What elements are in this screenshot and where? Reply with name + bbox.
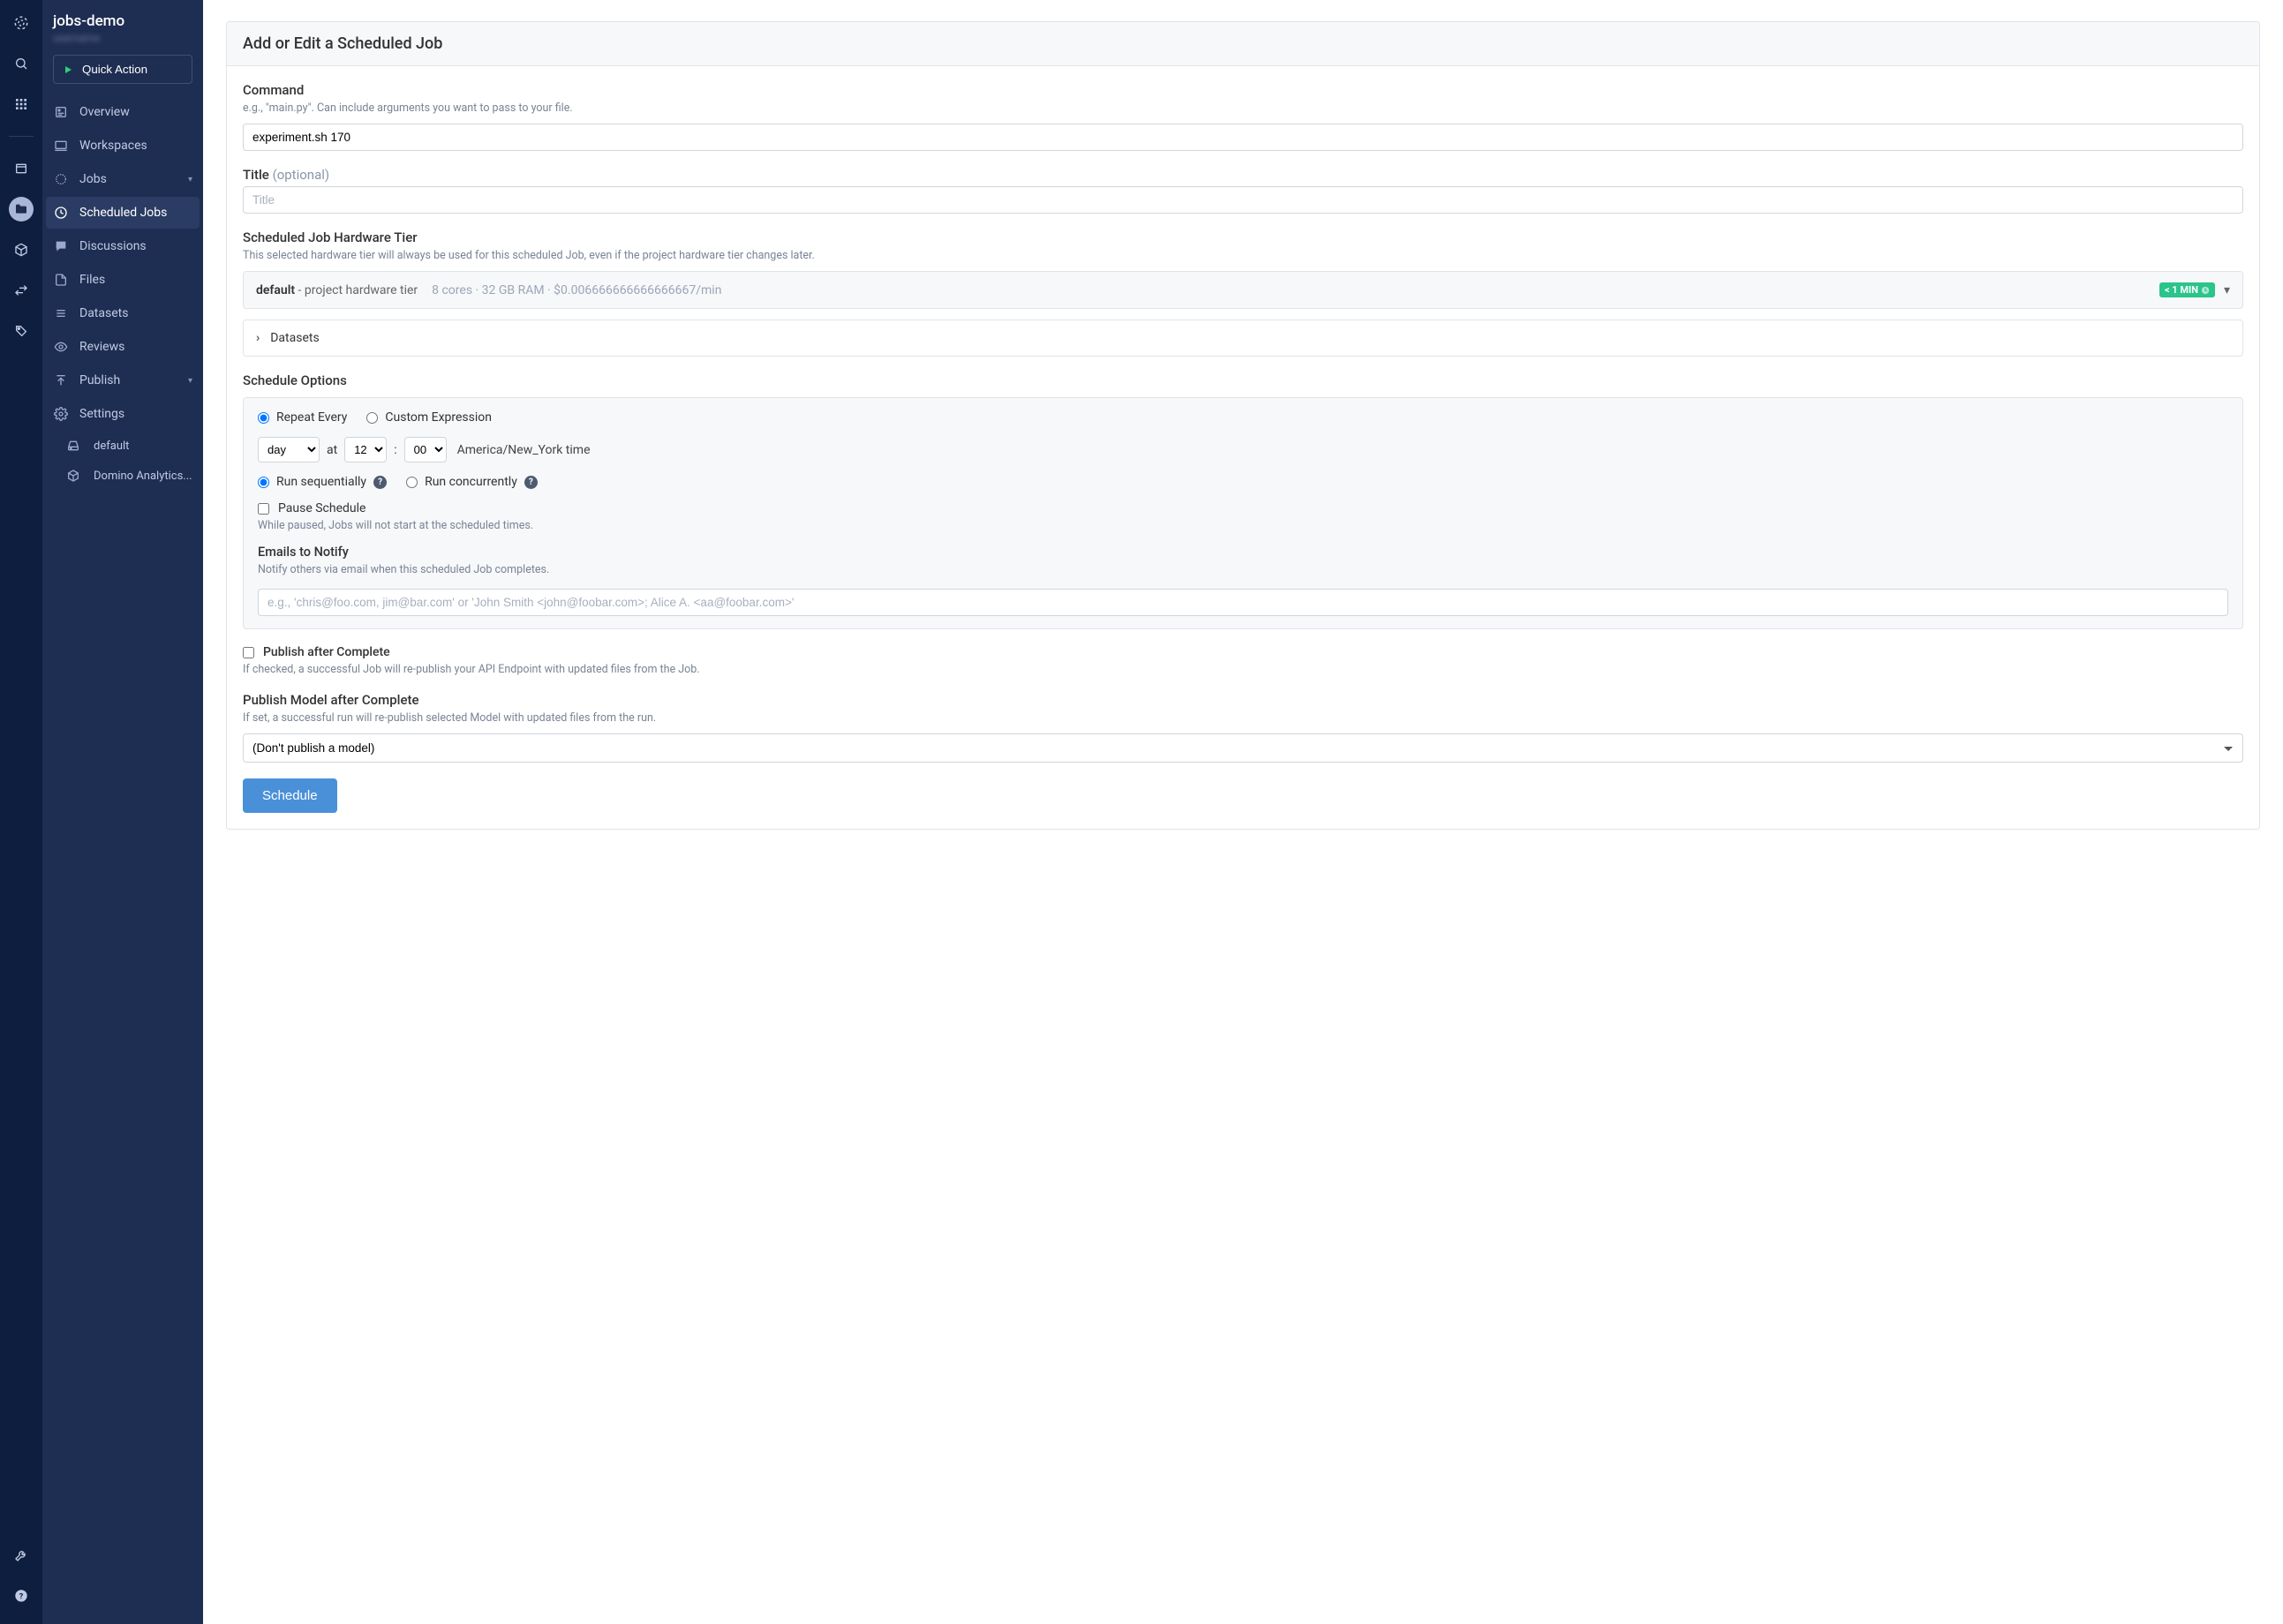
- help-icon[interactable]: ?: [9, 1583, 34, 1608]
- sidebar-item-settings[interactable]: Settings: [46, 398, 200, 430]
- chevron-right-icon: ›: [256, 331, 260, 345]
- project-sidebar: jobs-demo username Quick Action Overview…: [42, 0, 203, 1624]
- hw-time-badge: < 1 MIN: [2159, 282, 2215, 297]
- sidebar-item-overview[interactable]: Overview: [46, 96, 200, 128]
- hw-specs: 8 cores · 32 GB RAM · $0.006666666666666…: [432, 283, 721, 297]
- unit-select[interactable]: day: [258, 437, 320, 462]
- sidebar-item-label: Settings: [79, 407, 124, 421]
- sidebar-item-label: Discussions: [79, 239, 147, 253]
- tag-icon[interactable]: [9, 319, 34, 343]
- sidebar-item-label: Workspaces: [79, 139, 147, 153]
- custom-expression-radio[interactable]: Custom Expression: [366, 410, 492, 425]
- apps-icon[interactable]: [9, 92, 34, 117]
- hw-help: This selected hardware tier will always …: [243, 249, 2243, 262]
- minute-select[interactable]: 00: [404, 437, 447, 462]
- play-icon: [63, 64, 73, 75]
- search-icon[interactable]: [9, 51, 34, 76]
- box-icon: [64, 469, 83, 483]
- emails-input[interactable]: [258, 589, 2228, 616]
- chat-icon: [53, 239, 69, 253]
- run-concurrently-radio[interactable]: Run concurrently ?: [406, 475, 538, 489]
- schedule-button[interactable]: Schedule: [243, 778, 337, 813]
- timezone-text: America/New_York time: [457, 443, 591, 457]
- sidebar-item-files[interactable]: Files: [46, 264, 200, 296]
- folder-icon[interactable]: [9, 197, 34, 222]
- at-text: at: [327, 443, 337, 457]
- sidebar-item-label: Publish: [79, 373, 120, 387]
- publish-model-select[interactable]: (Don't publish a model): [243, 733, 2243, 763]
- colon-text: :: [394, 443, 396, 457]
- sidebar-item-label: Scheduled Jobs: [79, 206, 167, 220]
- eye-icon: [53, 340, 69, 354]
- pause-schedule-checkbox[interactable]: Pause Schedule: [258, 501, 2228, 515]
- quick-action-label: Quick Action: [82, 63, 147, 76]
- cube-icon[interactable]: [9, 237, 34, 262]
- sidebar-item-reviews[interactable]: Reviews: [46, 331, 200, 363]
- quick-action-button[interactable]: Quick Action: [53, 55, 192, 84]
- sidebar-item-label: Jobs: [79, 172, 107, 186]
- sidebar-item-publish[interactable]: Publish ▾: [46, 365, 200, 396]
- sidebar-item-label: Overview: [79, 105, 130, 119]
- title-input[interactable]: [243, 186, 2243, 214]
- main-content: Add or Edit a Scheduled Job Command e.g.…: [203, 0, 2283, 1624]
- sidebar-item-label: Reviews: [79, 340, 124, 354]
- pause-help: While paused, Jobs will not start at the…: [258, 519, 2228, 532]
- library-icon[interactable]: [9, 156, 34, 181]
- command-label: Command: [243, 82, 2243, 98]
- publish-after-complete-checkbox[interactable]: Publish after Complete: [243, 645, 2243, 659]
- hw-label: Scheduled Job Hardware Tier: [243, 229, 2243, 245]
- sidebar-item-label: Files: [79, 273, 105, 287]
- project-subtitle: username: [53, 32, 192, 44]
- overview-icon: [53, 105, 69, 119]
- sidebar-item-jobs[interactable]: Jobs ▾: [46, 163, 200, 195]
- publish-check-help: If checked, a successful Job will re-pub…: [243, 663, 2243, 676]
- title-label: Title (optional): [243, 167, 2243, 183]
- sidebar-subitem-default[interactable]: default: [49, 432, 200, 460]
- emails-help: Notify others via email when this schedu…: [258, 563, 2228, 576]
- hw-name: default: [256, 283, 295, 297]
- logo-icon[interactable]: [9, 11, 34, 35]
- datasets-label: Datasets: [270, 331, 319, 345]
- wrench-icon[interactable]: [9, 1543, 34, 1568]
- sidebar-subitem-label: default: [94, 440, 129, 453]
- run-sequentially-radio[interactable]: Run sequentially ?: [258, 475, 387, 489]
- sidebar-subitem-domino-analytics[interactable]: Domino Analytics...: [49, 462, 200, 490]
- page-title: Add or Edit a Scheduled Job: [227, 22, 2259, 66]
- chevron-down-icon: ▾: [188, 376, 192, 386]
- sidebar-item-discussions[interactable]: Discussions: [46, 230, 200, 262]
- svg-text:?: ?: [19, 1591, 24, 1601]
- hour-select[interactable]: 12: [344, 437, 387, 462]
- chevron-down-icon: ▾: [188, 175, 192, 184]
- emails-label: Emails to Notify: [258, 545, 2228, 560]
- sidebar-item-label: Datasets: [79, 306, 128, 320]
- hw-desc: - project hardware tier: [295, 283, 418, 297]
- help-icon[interactable]: ?: [524, 476, 538, 489]
- command-input[interactable]: [243, 124, 2243, 151]
- schedule-panel: Repeat Every Custom Expression day at 12…: [243, 397, 2243, 629]
- icon-rail: ?: [0, 0, 42, 1624]
- list-icon: [53, 306, 69, 320]
- datasets-expander[interactable]: › Datasets: [243, 320, 2243, 357]
- workspace-icon: [53, 139, 69, 153]
- jobs-icon: [53, 172, 69, 186]
- transfer-icon[interactable]: [9, 278, 34, 303]
- sidebar-item-scheduled-jobs[interactable]: Scheduled Jobs: [46, 197, 200, 229]
- clock-icon: [53, 206, 69, 220]
- file-icon: [53, 273, 69, 287]
- chevron-down-icon[interactable]: ▾: [2224, 283, 2230, 297]
- sidebar-subitem-label: Domino Analytics...: [94, 470, 192, 483]
- sidebar-item-datasets[interactable]: Datasets: [46, 297, 200, 329]
- publish-model-help: If set, a successful run will re-publish…: [243, 711, 2243, 725]
- drive-icon: [64, 439, 83, 453]
- publish-model-label: Publish Model after Complete: [243, 692, 2243, 708]
- command-help: e.g., "main.py". Can include arguments y…: [243, 102, 2243, 115]
- sidebar-item-workspaces[interactable]: Workspaces: [46, 130, 200, 162]
- help-icon[interactable]: ?: [373, 476, 387, 489]
- gear-icon: [53, 407, 69, 421]
- repeat-every-radio[interactable]: Repeat Every: [258, 410, 347, 425]
- upload-icon: [53, 373, 69, 387]
- schedule-header: Schedule Options: [243, 372, 2243, 388]
- project-title: jobs-demo: [53, 12, 192, 30]
- hardware-tier-selector[interactable]: default - project hardware tier 8 cores …: [243, 271, 2243, 309]
